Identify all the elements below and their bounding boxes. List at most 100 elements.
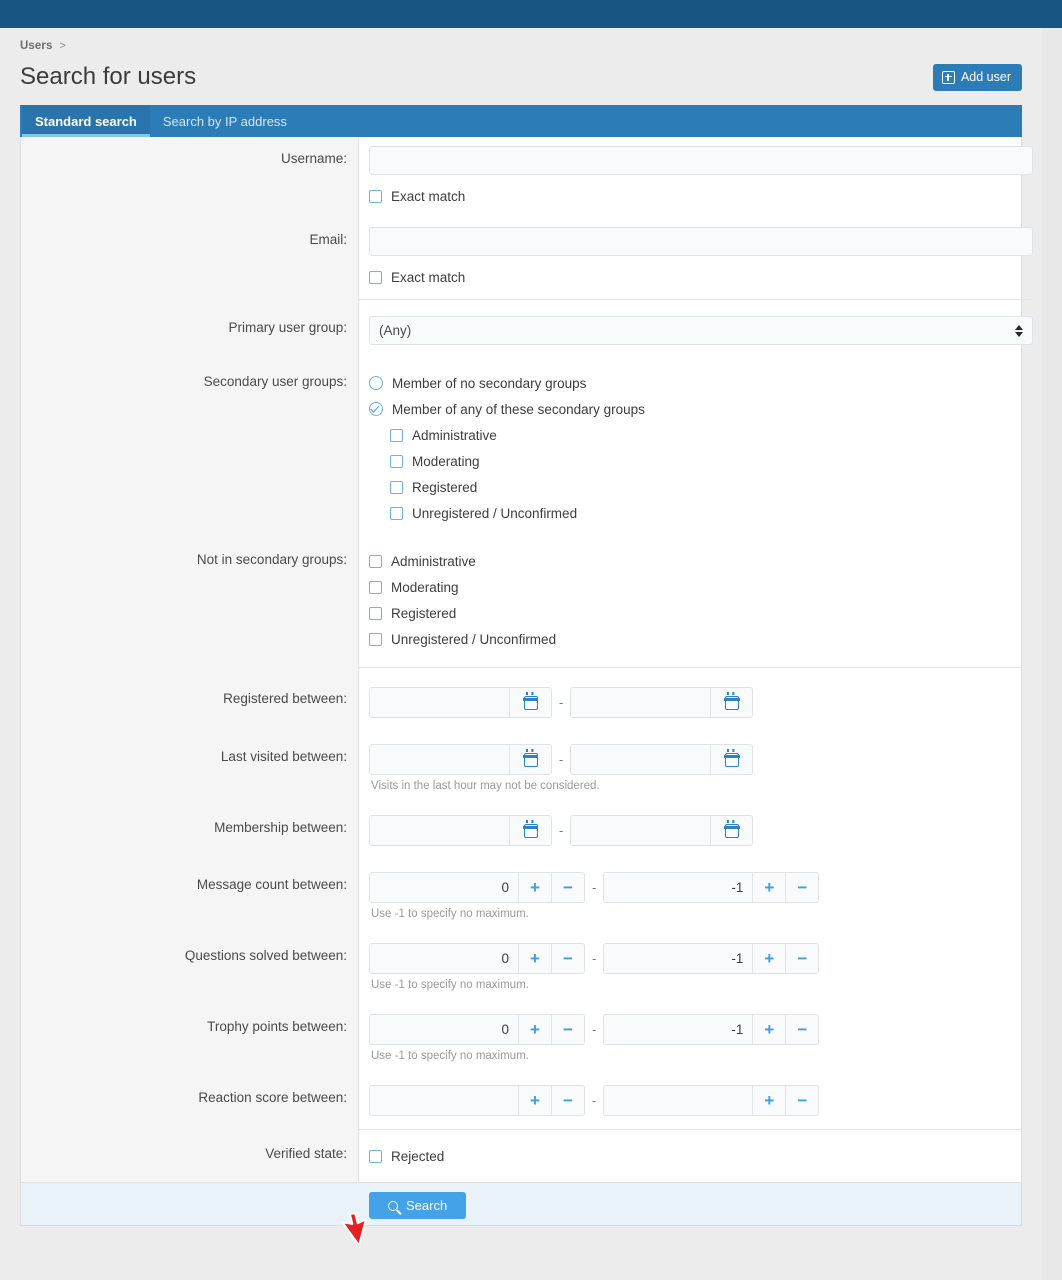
row-message-count-between: Message count between: 0 + − - -1 + − Us…	[21, 859, 1021, 930]
last-visited-between-to-input[interactable]	[571, 745, 710, 774]
questions-solved-min-increment-button[interactable]: +	[518, 944, 551, 973]
email-exact-match-label: Exact match	[391, 270, 465, 285]
secondary-group-checkbox-unregistered[interactable]	[390, 507, 403, 520]
verified-state-rejected-checkbox[interactable]	[369, 1150, 382, 1163]
secondary-group-option-administrative[interactable]: Administrative	[369, 422, 1021, 448]
membership-between-to-input[interactable]	[571, 816, 710, 845]
reaction-score-min-group[interactable]: + −	[369, 1085, 585, 1116]
secondary-group-option-unregistered[interactable]: Unregistered / Unconfirmed	[369, 500, 1021, 526]
secondary-group-label-administrative: Administrative	[412, 428, 497, 443]
secondary-group-checkbox-administrative[interactable]	[390, 429, 403, 442]
username-input[interactable]	[369, 146, 1033, 175]
trophy-points-min-input[interactable]: 0	[370, 1015, 518, 1044]
message-count-min-input[interactable]: 0	[370, 873, 518, 902]
last-visited-between-to-group[interactable]	[570, 744, 753, 775]
questions-solved-min-input[interactable]: 0	[370, 944, 518, 973]
secondary-group-option-moderating[interactable]: Moderating	[369, 448, 1021, 474]
message-count-min-group[interactable]: 0 + −	[369, 872, 585, 903]
registered-between-to-calendar-button[interactable]	[710, 688, 752, 717]
last-visited-between-from-group[interactable]	[369, 744, 552, 775]
secondary-user-groups-label: Secondary user groups:	[21, 359, 359, 389]
secondary-groups-radio-none[interactable]	[369, 376, 383, 390]
registered-between-to-input[interactable]	[571, 688, 710, 717]
questions-solved-between-hint: Use -1 to specify no maximum.	[369, 974, 1021, 991]
reaction-score-max-decrement-button[interactable]: −	[785, 1086, 818, 1115]
questions-solved-max-increment-button[interactable]: +	[752, 944, 785, 973]
trophy-points-max-decrement-button[interactable]: −	[785, 1015, 818, 1044]
not-in-group-checkbox-moderating[interactable]	[369, 581, 382, 594]
secondary-group-option-registered[interactable]: Registered	[369, 474, 1021, 500]
trophy-points-max-group[interactable]: -1 + −	[603, 1014, 819, 1045]
secondary-groups-radio-any-row[interactable]: Member of any of these secondary groups	[369, 396, 1021, 422]
reaction-score-max-group[interactable]: + −	[603, 1085, 819, 1116]
reaction-score-max-increment-button[interactable]: +	[752, 1086, 785, 1115]
message-count-max-increment-button[interactable]: +	[752, 873, 785, 902]
tab-standard-search-label: Standard search	[35, 114, 137, 129]
registered-between-from-input[interactable]	[370, 688, 509, 717]
trophy-points-max-input[interactable]: -1	[604, 1015, 752, 1044]
last-visited-between-to-calendar-button[interactable]	[710, 745, 752, 774]
questions-solved-max-group[interactable]: -1 + −	[603, 943, 819, 974]
reaction-score-min-input[interactable]	[370, 1086, 518, 1115]
add-user-button[interactable]: Add user	[933, 64, 1022, 91]
not-in-group-label-moderating: Moderating	[391, 580, 459, 595]
last-visited-between-from-calendar-button[interactable]	[509, 745, 551, 774]
not-in-group-checkbox-registered[interactable]	[369, 607, 382, 620]
message-count-min-increment-button[interactable]: +	[518, 873, 551, 902]
email-label: Email:	[21, 218, 359, 247]
questions-solved-max-input[interactable]: -1	[604, 944, 752, 973]
chevron-updown-icon	[1015, 325, 1023, 337]
message-count-max-input[interactable]: -1	[604, 873, 752, 902]
trophy-points-max-increment-button[interactable]: +	[752, 1015, 785, 1044]
questions-solved-min-decrement-button[interactable]: −	[551, 944, 584, 973]
not-in-group-option-unregistered[interactable]: Unregistered / Unconfirmed	[369, 626, 1021, 652]
not-in-group-checkbox-unregistered[interactable]	[369, 633, 382, 646]
reaction-score-max-input[interactable]	[604, 1086, 752, 1115]
trophy-points-min-decrement-button[interactable]: −	[551, 1015, 584, 1044]
registered-between-from-calendar-button[interactable]	[509, 688, 551, 717]
verified-state-rejected-row[interactable]: Rejected	[369, 1143, 1021, 1169]
email-exact-match-row[interactable]: Exact match	[369, 264, 1033, 290]
membership-between-to-calendar-button[interactable]	[710, 816, 752, 845]
username-exact-match-row[interactable]: Exact match	[369, 183, 1033, 209]
message-count-between-label: Message count between:	[21, 859, 359, 892]
primary-user-group-select[interactable]: (Any)	[369, 316, 1033, 345]
trophy-points-min-group[interactable]: 0 + −	[369, 1014, 585, 1045]
last-visited-between-from-input[interactable]	[370, 745, 509, 774]
membership-between-from-input[interactable]	[370, 816, 509, 845]
username-exact-match-checkbox[interactable]	[369, 190, 382, 203]
row-email: Email: Exact match	[21, 218, 1021, 299]
questions-solved-min-group[interactable]: 0 + −	[369, 943, 585, 974]
not-in-group-checkbox-administrative[interactable]	[369, 555, 382, 568]
secondary-group-checkbox-moderating[interactable]	[390, 455, 403, 468]
not-in-group-option-administrative[interactable]: Administrative	[369, 548, 1021, 574]
secondary-groups-radio-none-row[interactable]: Member of no secondary groups	[369, 370, 1021, 396]
secondary-groups-radio-any[interactable]	[369, 402, 383, 416]
message-count-max-group[interactable]: -1 + −	[603, 872, 819, 903]
registered-between-from-group[interactable]	[369, 687, 552, 718]
membership-between-from-calendar-button[interactable]	[509, 816, 551, 845]
verified-state-rejected-label: Rejected	[391, 1149, 444, 1164]
tab-standard-search[interactable]: Standard search	[22, 105, 150, 137]
email-exact-match-checkbox[interactable]	[369, 271, 382, 284]
reaction-score-min-increment-button[interactable]: +	[518, 1086, 551, 1115]
not-in-group-option-moderating[interactable]: Moderating	[369, 574, 1021, 600]
row-secondary-user-groups: Secondary user groups: Member of no seco…	[21, 359, 1021, 535]
tab-search-by-ip-address[interactable]: Search by IP address	[150, 105, 300, 137]
message-count-max-decrement-button[interactable]: −	[785, 873, 818, 902]
not-in-group-option-registered[interactable]: Registered	[369, 600, 1021, 626]
reaction-score-min-decrement-button[interactable]: −	[551, 1086, 584, 1115]
membership-between-to-group[interactable]	[570, 815, 753, 846]
secondary-group-checkbox-registered[interactable]	[390, 481, 403, 494]
search-button[interactable]: Search	[369, 1192, 466, 1219]
registered-between-to-group[interactable]	[570, 687, 753, 718]
questions-solved-max-decrement-button[interactable]: −	[785, 944, 818, 973]
trophy-points-min-increment-button[interactable]: +	[518, 1015, 551, 1044]
membership-between-from-group[interactable]	[369, 815, 552, 846]
row-last-visited-between: Last visited between: - Visits in the la…	[21, 731, 1021, 802]
not-in-group-label-administrative: Administrative	[391, 554, 476, 569]
email-input[interactable]	[369, 227, 1033, 256]
username-exact-match-label: Exact match	[391, 189, 465, 204]
message-count-min-decrement-button[interactable]: −	[551, 873, 584, 902]
breadcrumb-item-users[interactable]: Users	[20, 40, 52, 52]
